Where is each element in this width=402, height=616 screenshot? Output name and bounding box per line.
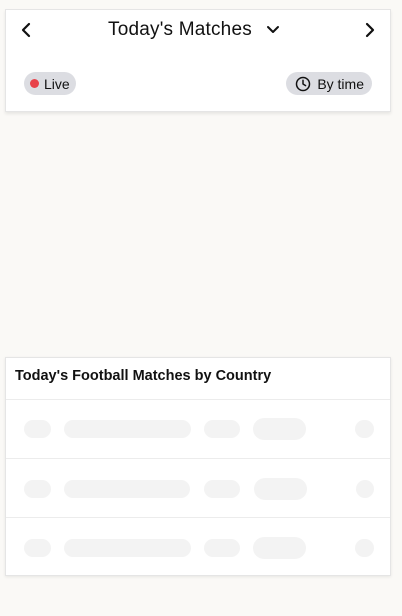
live-filter-label: Live [44, 75, 70, 92]
section-title: Today's Football Matches by Country [15, 368, 272, 384]
skeleton-placeholder [355, 420, 374, 438]
date-selector[interactable]: Today's Matches [108, 17, 281, 43]
by-time-filter-button[interactable]: By time [286, 72, 372, 95]
divider [6, 399, 390, 400]
divider [6, 517, 390, 518]
chevron-down-icon [265, 22, 281, 38]
divider [6, 458, 390, 459]
skeleton-placeholder [356, 480, 374, 498]
skeleton-placeholder [24, 420, 51, 438]
chevron-left-icon [21, 22, 31, 38]
matches-by-country-card: Today's Football Matches by Country [5, 357, 391, 576]
live-indicator-icon [30, 79, 39, 88]
skeleton-placeholder [64, 420, 191, 438]
clock-icon [295, 76, 311, 92]
skeleton-placeholder [64, 480, 190, 498]
skeleton-placeholder [204, 480, 240, 498]
matches-header-card: Today's Matches Live By time [5, 9, 391, 112]
by-time-filter-label: By time [317, 75, 364, 92]
skeleton-placeholder [253, 537, 306, 559]
chevron-right-icon [365, 22, 375, 38]
skeleton-placeholder [253, 418, 306, 440]
skeleton-placeholder [24, 480, 51, 498]
skeleton-placeholder [204, 420, 240, 438]
live-filter-button[interactable]: Live [24, 72, 76, 95]
skeleton-placeholder [204, 539, 240, 557]
previous-day-button[interactable] [14, 18, 38, 42]
next-day-button[interactable] [358, 18, 382, 42]
skeleton-placeholder [355, 539, 374, 557]
skeleton-placeholder [254, 478, 307, 500]
skeleton-placeholder [24, 539, 51, 557]
page-title: Today's Matches [108, 19, 252, 40]
date-navigation: Today's Matches [6, 10, 390, 50]
skeleton-placeholder [64, 539, 191, 557]
